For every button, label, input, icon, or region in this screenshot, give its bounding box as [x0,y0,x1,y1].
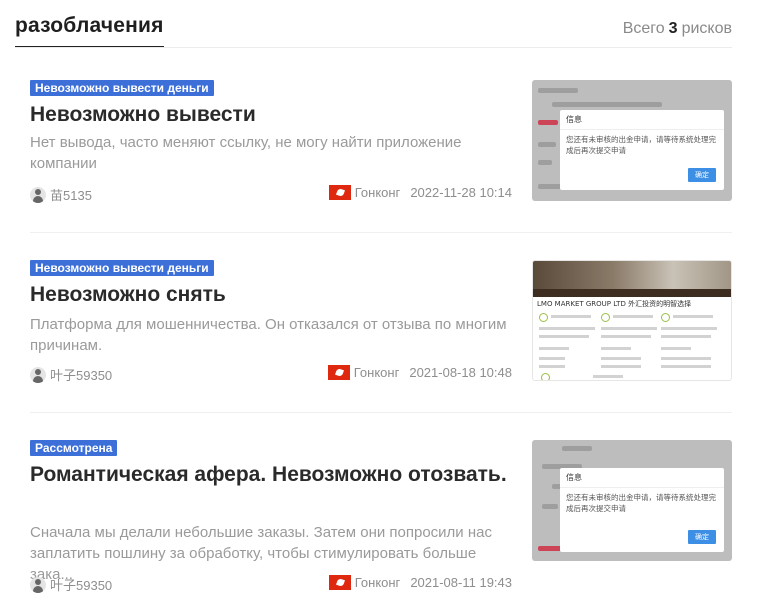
exposure-title[interactable]: Невозможно снять [30,280,512,309]
user-avatar-icon [30,576,46,593]
region-name: Гонконг [353,365,400,380]
author-name: 叶子59350 [50,578,113,593]
author-name: 叶子59350 [50,368,113,383]
category-badge: Невозможно вывести деньги [30,80,214,96]
exposure-description: Платформа для мошенничества. Он отказалс… [30,316,507,354]
item-divider [30,232,732,233]
evidence-thumbnail[interactable]: 信息 您还有未审核的出金申请，请等待系统处理完成后再次提交申请 确定 [532,440,732,561]
risk-count-value: 3 [668,20,678,37]
page-header: разоблачения Всего 3 рисков [0,0,760,48]
region-name: Гонконг [354,185,401,200]
exposure-item[interactable]: Невозможно вывести деньги Невозможно выв… [30,78,732,228]
exposure-meta: 叶子59350 Гонконг 2021-08-18 10:48 [30,365,512,385]
exposure-meta: 苗5135 Гонконг 2022-11-28 10:14 [30,185,512,205]
author-name: 苗5135 [50,188,92,203]
risk-count-prefix: Всего [622,20,665,37]
header-divider [15,47,732,48]
hong-kong-flag-icon [327,365,350,380]
website-company-text: LMO MARKET GROUP LTD 外汇投资的明智选择 [537,300,692,308]
dialog-screenshot: 信息 您还有未审核的出金申请，请等待系统处理完成后再次提交申请 确定 [560,468,724,552]
exposure-title[interactable]: Романтическая афера. Невозможно отозвать… [30,460,514,489]
category-badge: Невозможно вывести деньги [30,260,214,276]
author[interactable]: 叶子59350 [30,575,112,594]
exposure-item[interactable]: Рассмотрена Романтическая афера. Невозмо… [30,438,732,593]
region-info: Гонконг 2021-08-11 19:43 [328,575,512,590]
dialog-confirm-button: 确定 [688,168,716,182]
author[interactable]: 叶子59350 [30,365,112,384]
evidence-thumbnail[interactable]: 信息 您还有未审核的出金申请，请等待系统处理完成后再次提交申请 确定 [532,80,732,201]
evidence-thumbnail[interactable]: LMO MARKET GROUP LTD 外汇投资的明智选择 [532,260,732,381]
tab-exposures[interactable]: разоблачения [15,14,164,38]
region-info: Гонконг 2022-11-28 10:14 [328,185,512,200]
post-date: 2022-11-28 10:14 [410,185,512,200]
exposure-meta: 叶子59350 Гонконг 2021-08-11 19:43 [30,575,512,595]
dialog-title: 信息 [560,110,724,130]
post-date: 2021-08-18 10:48 [409,365,512,380]
hong-kong-flag-icon [328,185,351,200]
dialog-screenshot: 信息 您还有未审核的出金申请，请等待系统处理完成后再次提交申请 确定 [560,110,724,190]
author[interactable]: 苗5135 [30,185,92,204]
dialog-text: 您还有未审核的出金申请，请等待系统处理完成后再次提交申请 [566,135,716,155]
risk-count-suffix: рисков [681,20,732,37]
user-avatar-icon [30,366,46,383]
dialog-text: 您还有未审核的出金申请，请等待系统处理完成后再次提交申请 [566,493,716,513]
region-info: Гонконг 2021-08-18 10:48 [327,365,512,380]
user-avatar-icon [30,186,46,203]
item-divider [30,412,732,413]
exposure-title[interactable]: Невозможно вывести [30,100,512,129]
region-name: Гонконг [354,575,401,590]
website-nav-bar [533,289,731,297]
dialog-confirm-button: 确定 [688,530,716,544]
exposure-item[interactable]: Невозможно вывести деньги Невозможно сня… [30,258,732,408]
category-badge: Рассмотрена [30,440,118,456]
post-date: 2021-08-11 19:43 [410,575,512,590]
dialog-title: 信息 [560,468,724,488]
risk-count: Всего 3 рисков [623,20,732,38]
exposure-description: Нет вывода, часто меняют ссылку, не могу… [30,134,462,172]
website-banner-image [533,261,731,289]
hong-kong-flag-icon [328,575,351,590]
